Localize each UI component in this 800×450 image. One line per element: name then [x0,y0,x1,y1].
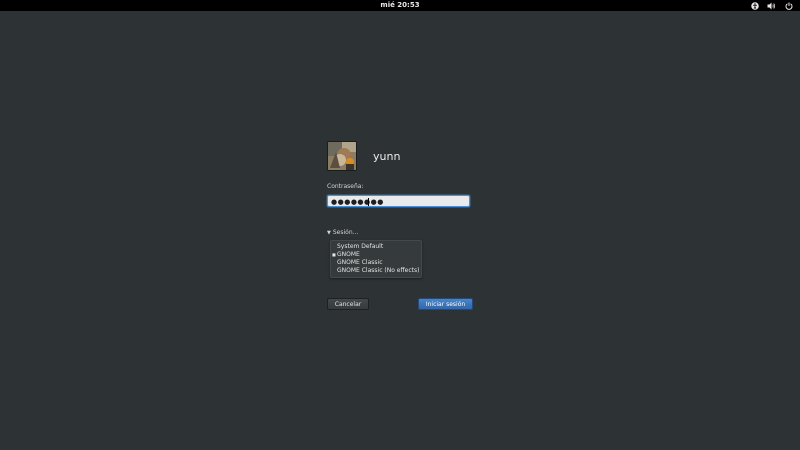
avatar [327,141,357,171]
session-item-label: GNOME [337,251,360,258]
selected-bullet-icon: ■ [332,252,336,257]
password-input[interactable]: ●●●●●●●● [327,195,470,207]
session-item-label: GNOME Classic [337,259,383,266]
session-item-label: GNOME Classic (No effects) [337,267,420,274]
triangle-down-icon: ▼ [327,230,331,236]
button-row: Cancelar Iniciar sesión [327,298,473,310]
session-toggle-label: Sesión... [332,229,359,236]
username: yunn [373,149,401,163]
session-item-label: System Default [337,243,384,250]
clock[interactable]: mié 20:53 [0,0,800,11]
session-list: System Default ■ GNOME GNOME Classic GNO… [330,240,422,278]
cancel-button[interactable]: Cancelar [327,298,369,310]
session-item-gnome[interactable]: ■ GNOME [331,251,421,259]
power-menu[interactable] [783,0,794,11]
volume-icon [767,2,776,10]
login-button[interactable]: Iniciar sesión [418,298,473,310]
session-toggle[interactable]: ▼ Sesión... [327,229,473,236]
power-icon [785,2,793,10]
volume-menu[interactable] [766,0,777,11]
login-panel: yunn Contraseña: ●●●●●●●● ▼ Sesión... Sys… [327,141,473,278]
top-panel: mié 20:53 [0,0,800,11]
accessibility-icon [750,1,759,10]
session-item-gnome-classic[interactable]: GNOME Classic [331,259,421,267]
user-row: yunn [327,141,473,171]
system-tray [743,0,794,11]
accessibility-menu[interactable] [749,0,760,11]
password-label: Contraseña: [327,183,364,190]
session-item-system-default[interactable]: System Default [331,243,421,251]
session-item-gnome-classic-no-effects[interactable]: GNOME Classic (No effects) [331,267,421,275]
